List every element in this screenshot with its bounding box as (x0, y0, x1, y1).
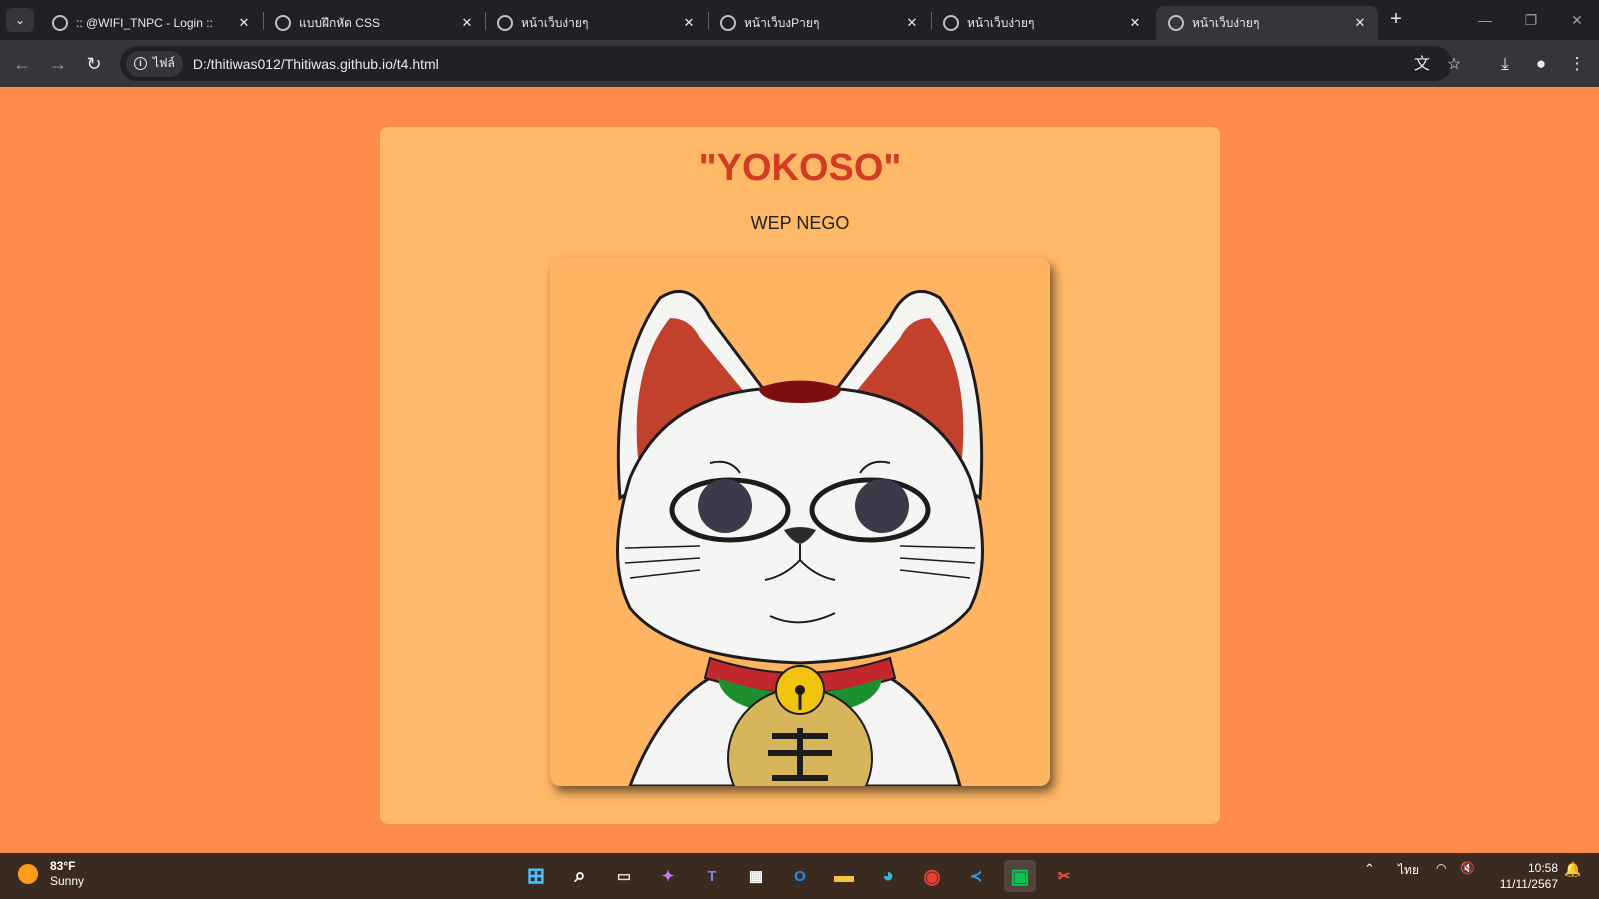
tab-title: หน้าเว็บง่ายๆ (1192, 15, 1260, 30)
url-text[interactable]: D:/thitiwas012/Thitiwas.github.io/t4.htm… (193, 56, 439, 72)
language-indicator[interactable]: ไทย (1398, 861, 1419, 880)
search-icon[interactable]: ⌕ (564, 860, 596, 892)
page-subheading: WEP NEGO (750, 213, 850, 233)
tab-simple-page-1[interactable]: หน้าเว็บง่ายๆ ✕ (485, 6, 707, 40)
content-card: "YOKOSO" WEP NEGO (380, 127, 1220, 824)
restore-icon[interactable]: ❐ (1516, 8, 1546, 32)
tab-css-exercise[interactable]: แบบฝึกหัด CSS ✕ (263, 6, 485, 40)
clock-date: 11/11/2567 (1499, 877, 1558, 891)
tab-title: แบบฝึกหัด CSS (299, 15, 380, 30)
windows-taskbar: 83°F Sunny ⊞ ⌕ ▭ ✦ T ▦ O ▬ ◕ ◉ ≺ ▣ ✂ ⌃ ไ… (0, 853, 1599, 899)
tab-close-icon[interactable]: ✕ (459, 15, 475, 31)
globe-icon (720, 15, 736, 31)
tab-wifi-login[interactable]: :: @WIFI_TNPC - Login :: ✕ (40, 6, 262, 40)
copilot-icon[interactable]: ✦ (652, 860, 684, 892)
weather-widget[interactable]: 83°F Sunny (18, 859, 84, 889)
speaker-muted-icon[interactable]: 🔇 (1460, 861, 1475, 875)
tab-close-icon[interactable]: ✕ (236, 15, 252, 31)
globe-icon (1168, 15, 1184, 31)
microsoft-store-icon[interactable]: ▦ (740, 860, 772, 892)
translate-icon[interactable]: 文 (1412, 55, 1432, 75)
teams-icon[interactable]: T (696, 860, 728, 892)
tab-strip: ⌄ :: @WIFI_TNPC - Login :: ✕ แบบฝึกหัด C… (0, 0, 1599, 40)
tab-simple-page-active[interactable]: หน้าเว็บง่ายๆ ✕ (1156, 6, 1378, 40)
tab-simple-page-2[interactable]: หน้าเว็บงPายๆ ✕ (708, 6, 930, 40)
site-info-label: ไฟล์ (153, 56, 175, 70)
maneki-neko-image (550, 258, 1050, 786)
system-clock[interactable]: 10:58 11/11/2567 (1494, 860, 1558, 892)
outlook-icon[interactable]: O (784, 860, 816, 892)
minimize-icon[interactable]: — (1470, 8, 1500, 32)
weather-temperature: 83°F (50, 859, 76, 873)
chrome-icon[interactable]: ◉ (916, 860, 948, 892)
wifi-icon[interactable]: ◠ (1436, 861, 1446, 875)
vscode-icon[interactable]: ≺ (960, 860, 992, 892)
forward-arrow-icon[interactable]: → (44, 50, 72, 78)
file-explorer-icon[interactable]: ▬ (828, 860, 860, 892)
tab-close-icon[interactable]: ✕ (1127, 15, 1143, 31)
new-tab-button[interactable]: + (1384, 8, 1408, 32)
maneki-neko-cat-image (616, 289, 984, 786)
globe-icon (275, 15, 291, 31)
show-hidden-icons-icon[interactable]: ⌃ (1364, 861, 1375, 877)
info-icon: i (134, 57, 147, 70)
task-view-icon[interactable]: ▭ (608, 860, 640, 892)
tab-title: หน้าเว็บงPายๆ (744, 15, 820, 30)
edge-icon[interactable]: ◕ (872, 860, 904, 892)
line-icon[interactable]: ▣ (1004, 860, 1036, 892)
wifi-login-favicon-icon (52, 15, 68, 31)
page-heading: "YOKOSO" (698, 147, 902, 189)
browser-toolbar: ← → ↻ i ไฟล์ D:/thitiwas012/Thitiwas.git… (0, 40, 1599, 87)
weather-description: Sunny (50, 874, 85, 888)
tab-title: :: @WIFI_TNPC - Login :: (76, 16, 213, 30)
notification-bell-icon[interactable]: 🔔 (1564, 861, 1581, 878)
snipping-tool-icon[interactable]: ✂ (1048, 860, 1080, 892)
reload-icon[interactable]: ↻ (80, 50, 108, 78)
back-arrow-icon[interactable]: ← (8, 50, 36, 78)
tab-close-icon[interactable]: ✕ (1352, 15, 1368, 31)
close-window-icon[interactable]: ✕ (1562, 8, 1592, 32)
tab-search-button[interactable]: ⌄ (6, 8, 34, 32)
tab-simple-page-3[interactable]: หน้าเว็บง่ายๆ ✕ (931, 6, 1153, 40)
bookmark-star-icon[interactable]: ☆ (1444, 55, 1464, 75)
tab-title: หน้าเว็บง่ายๆ (967, 15, 1035, 30)
tab-close-icon[interactable]: ✕ (904, 15, 920, 31)
globe-icon (497, 15, 513, 31)
site-info-chip[interactable]: i ไฟล์ (126, 50, 183, 77)
clock-time: 10:58 (1527, 861, 1558, 875)
sun-icon (18, 864, 38, 884)
profile-icon[interactable]: ● (1527, 50, 1555, 78)
globe-icon (943, 15, 959, 31)
start-icon[interactable]: ⊞ (520, 860, 552, 892)
tab-title: หน้าเว็บง่ายๆ (521, 15, 589, 30)
address-bar[interactable]: i ไฟล์ D:/thitiwas012/Thitiwas.github.io… (120, 46, 1461, 81)
tab-close-icon[interactable]: ✕ (681, 15, 697, 31)
more-menu-icon[interactable]: ⋮ (1563, 50, 1591, 78)
download-icon[interactable]: ⤓ (1491, 50, 1519, 78)
